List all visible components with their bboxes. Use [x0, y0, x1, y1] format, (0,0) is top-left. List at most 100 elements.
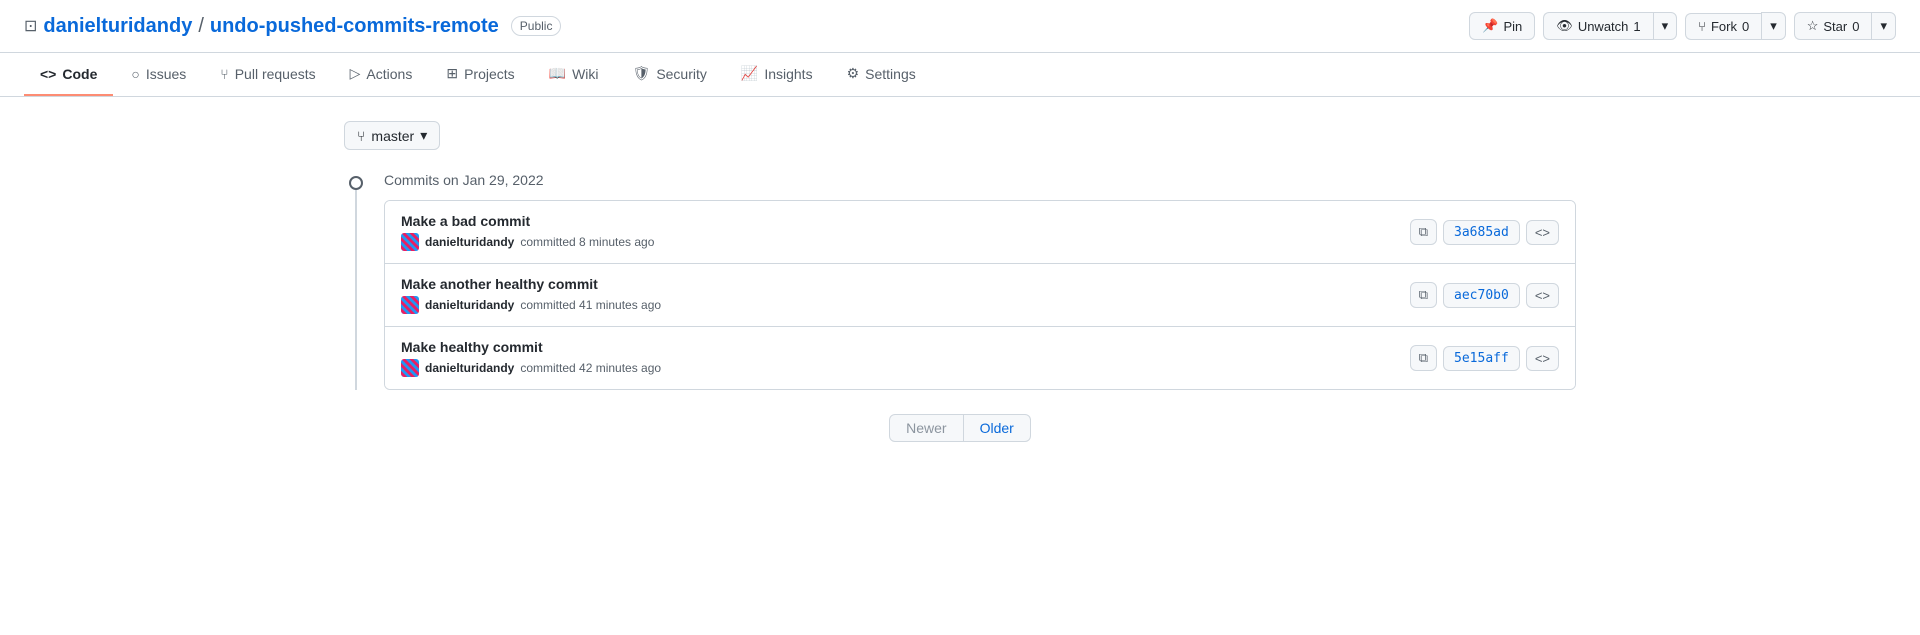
commit-author[interactable]: danielturidandy	[425, 235, 514, 249]
unwatch-label: Unwatch	[1578, 19, 1629, 34]
tab-issues-label: Issues	[146, 66, 186, 82]
sha-link[interactable]: 5e15aff	[1443, 346, 1520, 371]
main-content: ⑂ master ▾ Commits on Jan 29, 2022 Make …	[320, 97, 1600, 466]
copy-icon: ⧉	[1419, 287, 1428, 303]
tab-security[interactable]: 🛡 Security	[617, 53, 723, 96]
commit-meta: danielturidandy committed 42 minutes ago	[401, 359, 661, 377]
avatar-image	[401, 233, 419, 251]
unwatch-dropdown-button[interactable]: ▾	[1653, 12, 1678, 40]
commit-timeline	[344, 170, 368, 390]
commit-actions: ⧉ 5e15aff <>	[1410, 345, 1559, 371]
branch-selector-button[interactable]: ⑂ master ▾	[344, 121, 440, 150]
newer-button[interactable]: Newer	[889, 414, 963, 442]
chevron-down-icon-star: ▾	[1880, 18, 1887, 34]
projects-icon: ⊞	[446, 65, 458, 82]
tab-actions[interactable]: ▷ Actions	[334, 53, 429, 96]
sha-link[interactable]: 3a685ad	[1443, 220, 1520, 245]
unwatch-button[interactable]: 👁 Unwatch 1	[1543, 12, 1652, 40]
commits-right: Commits on Jan 29, 2022 Make a bad commi…	[384, 170, 1576, 390]
commit-message[interactable]: Make a bad commit	[401, 213, 654, 229]
fork-label: Fork	[1711, 19, 1737, 34]
repo-owner-link[interactable]: danielturidandy	[43, 15, 192, 38]
settings-icon: ⚙	[847, 65, 860, 82]
fork-button[interactable]: ⑂ Fork 0	[1685, 13, 1761, 40]
tab-wiki[interactable]: 📖 Wiki	[533, 53, 615, 96]
tab-code-label: Code	[62, 66, 97, 82]
older-button[interactable]: Older	[964, 414, 1031, 442]
commit-meta: danielturidandy committed 41 minutes ago	[401, 296, 661, 314]
code-icon: <>	[40, 66, 56, 82]
tab-insights[interactable]: 📈 Insights	[725, 53, 829, 96]
branch-dropdown-icon: ▾	[420, 127, 427, 144]
pagination: Newer Older	[344, 414, 1576, 442]
commit-message[interactable]: Make healthy commit	[401, 339, 661, 355]
commit-message[interactable]: Make another healthy commit	[401, 276, 661, 292]
table-row: Make a bad commit danielturidandy commit…	[385, 201, 1575, 264]
nav-tabs: <> Code ○ Issues ⑂ Pull requests ▷ Actio…	[0, 53, 1920, 97]
copy-icon: ⧉	[1419, 350, 1428, 366]
tab-code[interactable]: <> Code	[24, 54, 113, 96]
tab-settings[interactable]: ⚙ Settings	[831, 53, 932, 96]
tab-pull-requests-label: Pull requests	[235, 66, 316, 82]
tab-actions-label: Actions	[366, 66, 412, 82]
tab-pull-requests[interactable]: ⑂ Pull requests	[204, 54, 331, 96]
star-group: ☆ Star 0 ▾	[1794, 12, 1896, 40]
unwatch-count: 1	[1633, 19, 1640, 34]
commit-dot	[349, 176, 363, 190]
branch-label: master	[371, 128, 414, 144]
issues-icon: ○	[131, 66, 139, 82]
pin-group: 📌 Pin	[1469, 12, 1535, 40]
commits-date: Commits on Jan 29, 2022	[384, 170, 1576, 188]
avatar	[401, 233, 419, 251]
actions-icon: ▷	[350, 65, 361, 82]
tab-settings-label: Settings	[865, 66, 916, 82]
commit-actions: ⧉ 3a685ad <>	[1410, 219, 1559, 245]
commit-meta: danielturidandy committed 8 minutes ago	[401, 233, 654, 251]
star-count: 0	[1852, 19, 1859, 34]
pin-button[interactable]: 📌 Pin	[1469, 12, 1535, 40]
tab-issues[interactable]: ○ Issues	[115, 54, 202, 96]
avatar	[401, 359, 419, 377]
repo-icon: ⊡	[24, 16, 37, 36]
table-row: Make another healthy commit danielturida…	[385, 264, 1575, 327]
star-button[interactable]: ☆ Star 0	[1794, 12, 1872, 40]
eye-icon: 👁	[1556, 18, 1573, 34]
fork-group: ⑂ Fork 0 ▾	[1685, 12, 1786, 40]
repo-name-link[interactable]: undo-pushed-commits-remote	[210, 15, 499, 38]
tab-projects-label: Projects	[464, 66, 515, 82]
repo-title-group: ⊡ danielturidandy / undo-pushed-commits-…	[24, 15, 561, 38]
star-dropdown-button[interactable]: ▾	[1871, 12, 1896, 40]
tab-projects[interactable]: ⊞ Projects	[430, 53, 530, 96]
commit-info: Make another healthy commit danielturida…	[401, 276, 661, 314]
copy-sha-button[interactable]: ⧉	[1410, 345, 1437, 371]
browse-tree-button[interactable]: <>	[1526, 346, 1559, 371]
commit-info: Make a bad commit danielturidandy commit…	[401, 213, 654, 251]
commit-author[interactable]: danielturidandy	[425, 361, 514, 375]
commit-line	[355, 190, 357, 390]
chevron-down-icon: ▾	[1662, 18, 1669, 34]
commit-actions: ⧉ aec70b0 <>	[1410, 282, 1559, 308]
browse-tree-button[interactable]: <>	[1526, 220, 1559, 245]
commits-section: Commits on Jan 29, 2022 Make a bad commi…	[344, 170, 1576, 390]
repo-header: ⊡ danielturidandy / undo-pushed-commits-…	[0, 0, 1920, 53]
wiki-icon: 📖	[549, 65, 566, 82]
table-row: Make healthy commit danielturidandy comm…	[385, 327, 1575, 389]
avatar-image	[401, 296, 419, 314]
copy-sha-button[interactable]: ⧉	[1410, 219, 1437, 245]
code-browse-icon: <>	[1535, 351, 1550, 366]
unwatch-group: 👁 Unwatch 1 ▾	[1543, 12, 1677, 40]
commit-time: committed 42 minutes ago	[520, 361, 661, 375]
header-actions: 📌 Pin 👁 Unwatch 1 ▾ ⑂ Fork 0 ▾	[1469, 12, 1896, 40]
fork-dropdown-button[interactable]: ▾	[1761, 12, 1786, 40]
sha-link[interactable]: aec70b0	[1443, 283, 1520, 308]
commit-time: committed 41 minutes ago	[520, 298, 661, 312]
browse-tree-button[interactable]: <>	[1526, 283, 1559, 308]
copy-icon: ⧉	[1419, 224, 1428, 240]
visibility-badge: Public	[511, 16, 562, 36]
commit-author[interactable]: danielturidandy	[425, 298, 514, 312]
commit-time: committed 8 minutes ago	[520, 235, 654, 249]
copy-sha-button[interactable]: ⧉	[1410, 282, 1437, 308]
pull-requests-icon: ⑂	[220, 66, 228, 82]
tab-wiki-label: Wiki	[572, 66, 598, 82]
chevron-down-icon-fork: ▾	[1770, 18, 1777, 34]
